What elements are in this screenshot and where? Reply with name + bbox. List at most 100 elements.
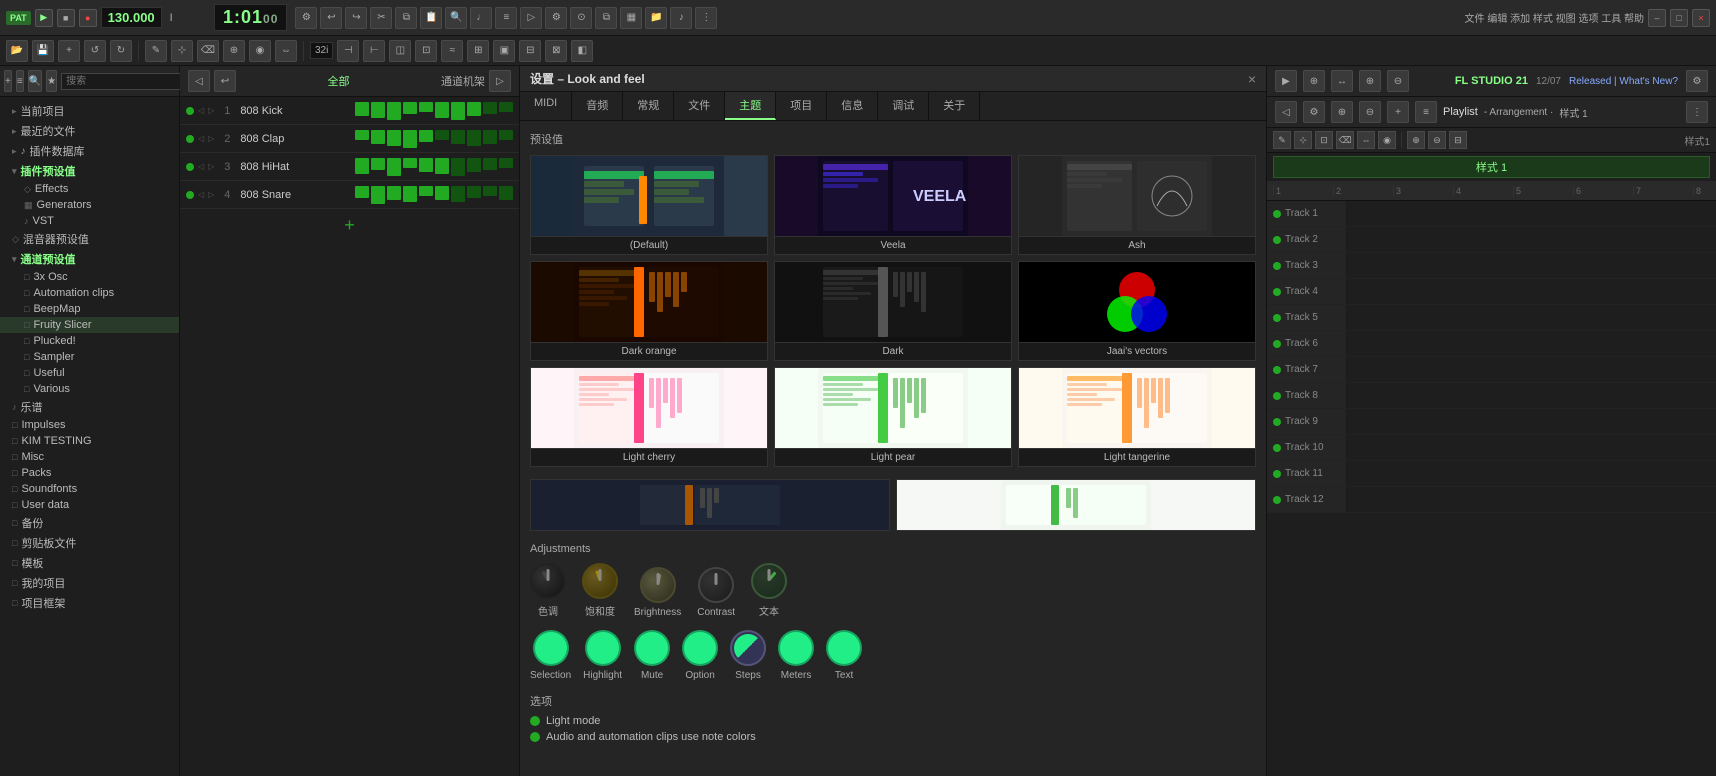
tool-snap[interactable]: ⚙	[295, 7, 317, 29]
tool-paste[interactable]: 📋	[420, 7, 442, 29]
browser-list[interactable]: ≡	[16, 70, 24, 92]
tree-userdata[interactable]: □ User data	[0, 497, 179, 513]
tool-record[interactable]: ⊙	[570, 7, 592, 29]
settings-close-button[interactable]: ×	[1248, 71, 1256, 87]
track-content[interactable]	[1347, 253, 1716, 278]
mixer-prev[interactable]: ◁	[188, 70, 210, 92]
contrast-knob[interactable]	[698, 567, 734, 603]
preset-dark[interactable]: Dark	[774, 261, 1012, 361]
mixer-undo[interactable]: ↩	[214, 70, 236, 92]
pt-zoom1[interactable]: ⊕	[1407, 131, 1425, 149]
playlist-prev[interactable]: ◁	[1275, 101, 1297, 123]
hue-knob[interactable]	[530, 563, 566, 599]
playlist-zoom[interactable]: ⊕	[1331, 101, 1353, 123]
fl-play[interactable]: ▶	[1275, 70, 1297, 92]
tree-misc[interactable]: □ Misc	[0, 449, 179, 465]
tree-templates[interactable]: □ 模板	[0, 553, 179, 573]
pt-mute[interactable]: ◉	[1378, 131, 1396, 149]
tool2-erase[interactable]: ⌫	[197, 40, 219, 62]
preset-extra1[interactable]	[530, 479, 890, 531]
browser-search-btn[interactable]: 🔍	[28, 70, 42, 92]
text-color-btn[interactable]	[826, 630, 862, 666]
tool2-select[interactable]: ⊹	[171, 40, 193, 62]
pt-zoom2[interactable]: ⊖	[1428, 131, 1446, 149]
tab-file[interactable]: 文件	[674, 92, 725, 120]
tree-clipboard[interactable]: □ 剪贴板文件	[0, 533, 179, 553]
preset-extra2[interactable]	[896, 479, 1256, 531]
tree-my-projects[interactable]: □ 我的项目	[0, 573, 179, 593]
preset-veela[interactable]: VEELA Veela	[774, 155, 1012, 255]
tool-cut[interactable]: ✂	[370, 7, 392, 29]
play-button[interactable]: ▶	[35, 9, 53, 27]
pt-slip[interactable]: ⇔	[1357, 131, 1375, 149]
track-content[interactable]	[1347, 461, 1716, 486]
close-btn[interactable]: ×	[1692, 9, 1710, 27]
tree-automation[interactable]: □ Automation clips	[0, 285, 179, 301]
tool2-q9[interactable]: ⊠	[545, 40, 567, 62]
tab-general[interactable]: 常规	[623, 92, 674, 120]
playlist-tools[interactable]: ⚙	[1303, 101, 1325, 123]
channel-row[interactable]: ◁ ▷ 2 808 Clap	[180, 125, 519, 153]
tool2-q6[interactable]: ⊞	[467, 40, 489, 62]
tool-extra2[interactable]: ⋮	[695, 7, 717, 29]
bpm-display[interactable]: 130.000	[101, 7, 162, 28]
tool-mixer[interactable]: ≡	[495, 7, 517, 29]
playlist-view[interactable]: ≡	[1415, 101, 1437, 123]
tool2-q2[interactable]: ⊢	[363, 40, 385, 62]
tool-pattern[interactable]: ▦	[620, 7, 642, 29]
tool2-q3[interactable]: ◫	[389, 40, 411, 62]
highlight-color-btn[interactable]	[585, 630, 621, 666]
tree-plucked[interactable]: □ Plucked!	[0, 333, 179, 349]
tree-plugin-presets[interactable]: ▾ 插件预设值	[0, 161, 179, 181]
tool2-undo2[interactable]: ↺	[84, 40, 106, 62]
meters-color-btn[interactable]	[778, 630, 814, 666]
tool2-mute[interactable]: ◉	[249, 40, 271, 62]
tree-mixer-presets[interactable]: ◇ 混音器预设值	[0, 229, 179, 249]
tool-zoom[interactable]: 🔍	[445, 7, 467, 29]
tab-audio[interactable]: 音频	[572, 92, 623, 120]
track-content[interactable]	[1347, 331, 1716, 356]
tree-project-frame[interactable]: □ 项目框架	[0, 593, 179, 613]
tool-channel[interactable]: ⧉	[595, 7, 617, 29]
stop-button[interactable]: ■	[57, 9, 75, 27]
tab-about[interactable]: 关于	[929, 92, 980, 120]
tree-current-project[interactable]: ▸ 当前项目	[0, 101, 179, 121]
fl-zoom-out[interactable]: ⊖	[1387, 70, 1409, 92]
tree-scores[interactable]: ♪ 乐谱	[0, 397, 179, 417]
saturation-knob[interactable]	[582, 563, 618, 599]
pt-zoom3[interactable]: ⊟	[1449, 131, 1467, 149]
preset-light-pear[interactable]: Light pear	[774, 367, 1012, 467]
pt-paint[interactable]: ⊡	[1315, 131, 1333, 149]
selection-color-btn[interactable]	[533, 630, 569, 666]
pt-pencil[interactable]: ✎	[1273, 131, 1291, 149]
tool2-pencil[interactable]: ✎	[145, 40, 167, 62]
tool2-q10[interactable]: ◧	[571, 40, 593, 62]
track-content[interactable]	[1347, 305, 1716, 330]
playlist-add[interactable]: +	[1387, 101, 1409, 123]
track-content[interactable]	[1347, 227, 1716, 252]
tool2-q7[interactable]: ▣	[493, 40, 515, 62]
tool2-q5[interactable]: ≈	[441, 40, 463, 62]
channel-row[interactable]: ◁ ▷ 4 808 Snare	[180, 181, 519, 209]
tree-plugin-db[interactable]: ▸ ♪ 插件数据库	[0, 141, 179, 161]
steps-color-btn[interactable]	[730, 630, 766, 666]
fl-settings-btn[interactable]: ⚙	[1686, 70, 1708, 92]
tool2-open[interactable]: 📂	[6, 40, 28, 62]
channel-row[interactable]: ◁ ▷ 1 808 Kick	[180, 97, 519, 125]
tree-kim-testing[interactable]: □ KIM TESTING	[0, 433, 179, 449]
pattern-name-box[interactable]: 样式 1	[1273, 156, 1710, 178]
tool-render[interactable]: ▷	[520, 7, 542, 29]
track-content[interactable]	[1347, 487, 1716, 512]
tree-fruity-slicer[interactable]: □ Fruity Slicer	[0, 317, 179, 333]
tool-settings[interactable]: ⚙	[545, 7, 567, 29]
text-knob[interactable]	[751, 563, 787, 599]
tab-debug[interactable]: 调试	[878, 92, 929, 120]
track-content[interactable]	[1347, 409, 1716, 434]
tool2-zoom2[interactable]: ⊕	[223, 40, 245, 62]
track-content[interactable]	[1347, 357, 1716, 382]
mixer-right-arrow[interactable]: ▷	[489, 70, 511, 92]
tool2-q1[interactable]: ⊣	[337, 40, 359, 62]
track-content[interactable]	[1347, 435, 1716, 460]
tab-midi[interactable]: MIDI	[520, 92, 572, 120]
tree-channel-presets[interactable]: ▾ 通道预设值	[0, 249, 179, 269]
